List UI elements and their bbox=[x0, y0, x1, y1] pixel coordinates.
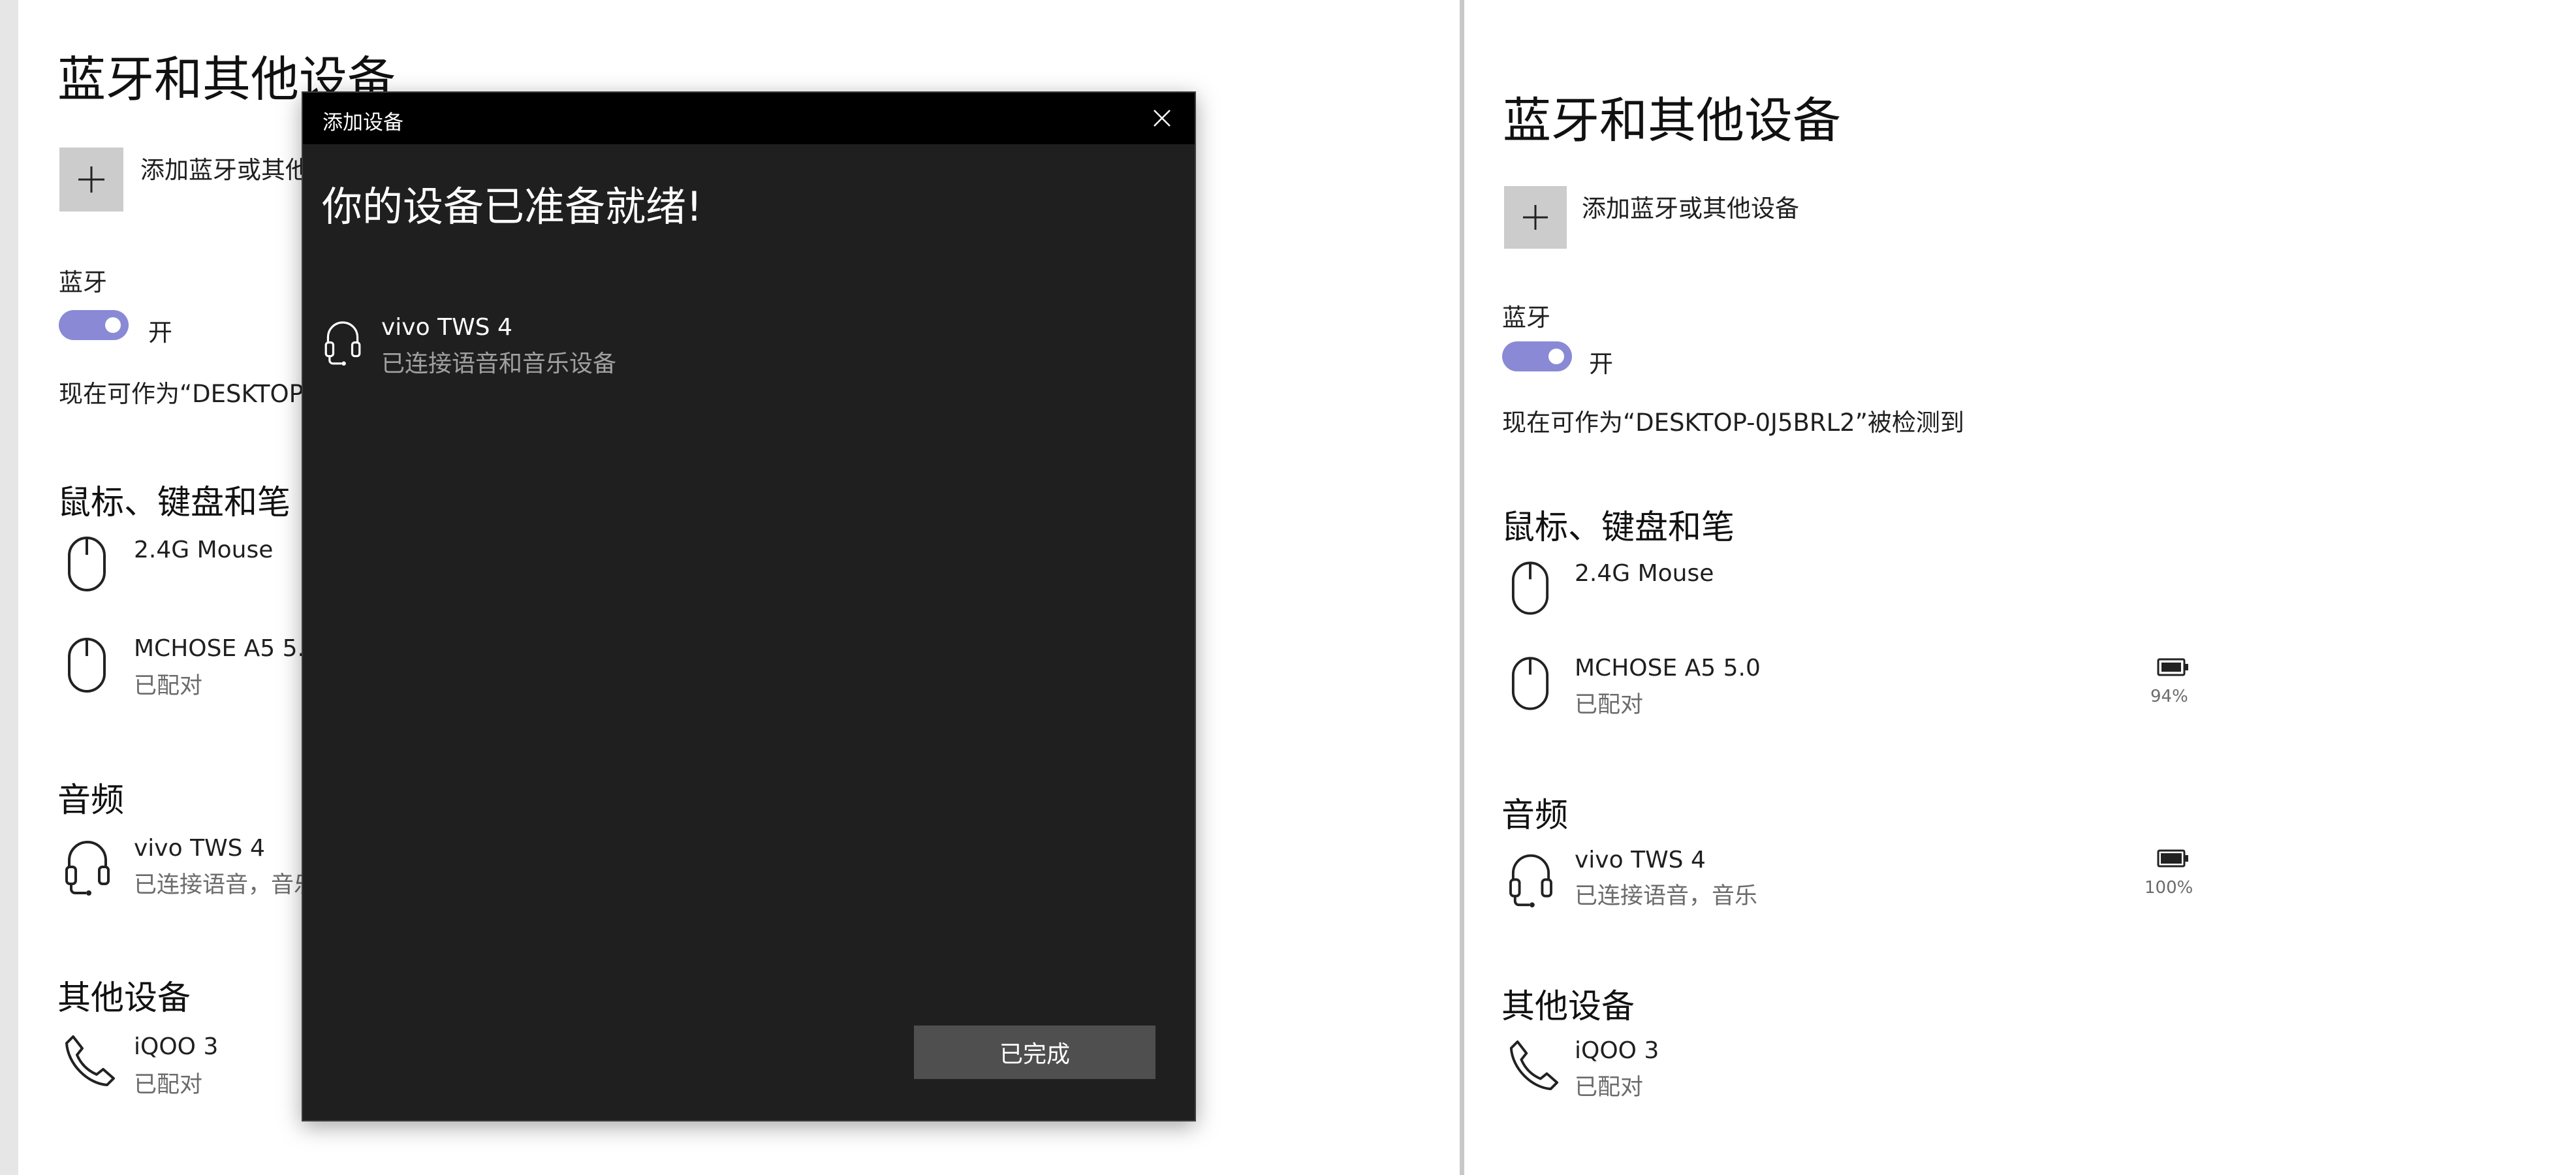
close-icon bbox=[1154, 110, 1170, 127]
add-device-button[interactable] bbox=[1504, 186, 1567, 249]
headset-icon bbox=[65, 841, 110, 896]
battery-icon bbox=[2157, 849, 2188, 868]
discoverable-text: 现在可作为“DESKTOP-0J bbox=[59, 380, 334, 408]
device-name-2-4g-mouse[interactable]: 2.4G Mouse bbox=[1575, 560, 1714, 587]
headset-icon bbox=[324, 321, 361, 366]
dialog-titlebar[interactable]: 添加设备 bbox=[303, 93, 1195, 144]
device-status-iqoo: 已配对 bbox=[1575, 1074, 1644, 1101]
battery-pct-mchose: 94% bbox=[2150, 687, 2188, 706]
bluetooth-toggle[interactable] bbox=[59, 310, 129, 340]
device-name-iqoo[interactable]: iQOO 3 bbox=[1575, 1037, 1659, 1064]
settings-pane-right: 蓝牙和其他设备 添加蓝牙或其他设备 蓝牙 开 现在可作为“DESKTOP-0J5… bbox=[1464, 0, 2576, 1175]
mouse-icon bbox=[68, 537, 106, 591]
headset-icon bbox=[1509, 854, 1552, 908]
mouse-section-heading: 鼠标、键盘和笔 bbox=[57, 484, 291, 522]
dialog-title: 添加设备 bbox=[322, 111, 403, 134]
dialog-close-button[interactable] bbox=[1145, 101, 1179, 135]
window-edge bbox=[0, 0, 18, 1175]
device-name-mchose[interactable]: MCHOSE A5 5.0 bbox=[1575, 655, 1761, 682]
add-device-label[interactable]: 添加蓝牙或其他 bbox=[140, 150, 309, 185]
other-section-heading: 其他设备 bbox=[57, 979, 191, 1018]
mouse-icon bbox=[68, 638, 106, 693]
device-status-mchose: 已配对 bbox=[134, 673, 203, 699]
add-device-button[interactable] bbox=[59, 148, 123, 212]
mouse-icon bbox=[1511, 657, 1549, 710]
dialog-device-name: vivo TWS 4 bbox=[381, 314, 512, 341]
bluetooth-state: 开 bbox=[1589, 350, 1613, 378]
device-name-vivo[interactable]: vivo TWS 4 bbox=[1575, 847, 1706, 873]
bluetooth-state: 开 bbox=[148, 319, 172, 347]
device-name-vivo[interactable]: vivo TWS 4 bbox=[134, 835, 265, 862]
audio-section-heading: 音频 bbox=[57, 781, 125, 820]
phone-icon bbox=[65, 1035, 115, 1086]
battery-icon bbox=[2157, 658, 2188, 676]
dialog-heading: 你的设备已准备就绪! bbox=[322, 183, 702, 230]
done-button[interactable]: 已完成 bbox=[914, 1026, 1155, 1079]
dialog-device-status: 已连接语音和音乐设备 bbox=[381, 351, 617, 377]
device-status-vivo: 已连接语音，音乐 bbox=[1575, 883, 1758, 909]
plus-icon bbox=[1523, 205, 1548, 230]
device-status-vivo: 已连接语音，音乐 bbox=[134, 872, 317, 898]
mouse-section-heading: 鼠标、键盘和笔 bbox=[1501, 509, 1735, 547]
battery-pct-vivo: 100% bbox=[2144, 878, 2193, 898]
mouse-icon bbox=[1511, 561, 1549, 615]
bluetooth-toggle[interactable] bbox=[1502, 341, 1572, 371]
audio-section-heading: 音频 bbox=[1501, 796, 1569, 835]
phone-icon bbox=[1509, 1040, 1559, 1091]
pane-divider bbox=[1460, 0, 1464, 1175]
device-name-2-4g-mouse[interactable]: 2.4G Mouse bbox=[134, 537, 273, 563]
add-device-label[interactable]: 添加蓝牙或其他设备 bbox=[1582, 189, 1799, 224]
page-title: 蓝牙和其他设备 bbox=[1503, 93, 1841, 149]
device-status-mchose: 已配对 bbox=[1575, 692, 1644, 718]
discoverable-text: 现在可作为“DESKTOP-0J5BRL2”被检测到 bbox=[1502, 409, 1964, 437]
device-status-iqoo: 已配对 bbox=[134, 1072, 203, 1098]
plus-icon bbox=[78, 166, 104, 193]
bluetooth-heading: 蓝牙 bbox=[59, 268, 107, 296]
bluetooth-heading: 蓝牙 bbox=[1502, 304, 1550, 332]
add-device-dialog: 添加设备 你的设备已准备就绪! vivo TWS 4 已连接语音和音乐设备 已完… bbox=[302, 91, 1196, 1121]
device-name-iqoo[interactable]: iQOO 3 bbox=[134, 1033, 218, 1060]
device-name-mchose[interactable]: MCHOSE A5 5.0 bbox=[134, 635, 320, 662]
other-section-heading: 其他设备 bbox=[1501, 988, 1635, 1026]
